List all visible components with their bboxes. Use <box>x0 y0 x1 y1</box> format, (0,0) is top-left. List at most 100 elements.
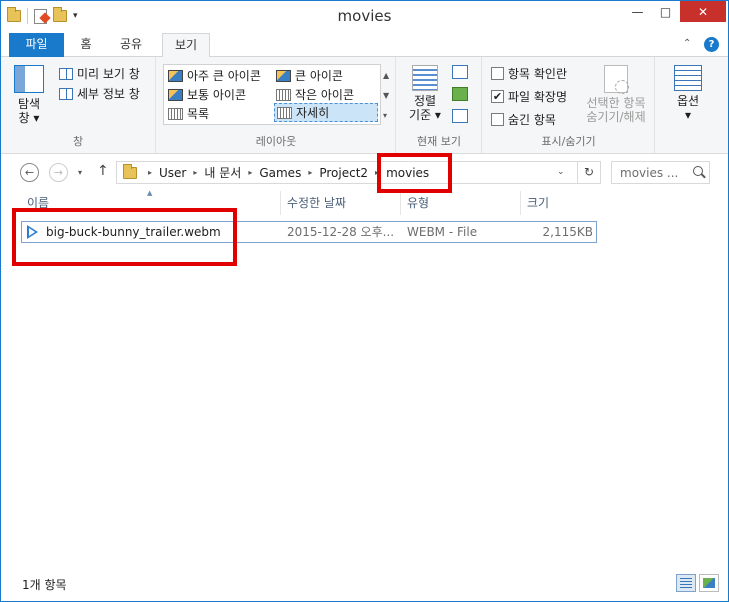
breadcrumb-documents[interactable]: 내 문서 <box>204 164 241 181</box>
sort-label-1: 정렬 <box>413 94 437 108</box>
options-icon <box>674 65 702 91</box>
address-dropdown-icon[interactable]: ⌄ <box>557 167 565 177</box>
column-header-size[interactable]: 크기 <box>521 191 596 215</box>
hidden-items-checkbox[interactable] <box>491 113 504 126</box>
recent-locations-icon[interactable]: ▾ <box>78 168 82 177</box>
breadcrumb-separator[interactable]: ▸ <box>248 168 252 177</box>
file-extensions-toggle[interactable]: ✔ 파일 확장명 <box>491 88 567 105</box>
group-layout: 아주 큰 아이콘 큰 아이콘 보통 아이콘 작은 아이콘 목록 자세히 ▲ ▼ … <box>157 57 396 153</box>
breadcrumb-separator[interactable]: ▸ <box>308 168 312 177</box>
options-label: 옵션 <box>676 94 700 108</box>
layout-medium-icons[interactable]: 보통 아이콘 <box>168 86 246 103</box>
navigation-bar: ← → ▾ ↑ ▸ User ▸ 내 문서 ▸ Games ▸ Project2… <box>1 154 728 191</box>
breadcrumb-games[interactable]: Games <box>259 166 301 180</box>
layout-scroll[interactable]: ▲ ▼ ▾ <box>383 66 389 126</box>
small-icons-icon <box>276 88 291 101</box>
minimize-button[interactable]: — <box>624 1 651 22</box>
details-view-button[interactable] <box>676 574 696 592</box>
layout-label: 목록 <box>187 107 210 121</box>
ribbon-collapse-icon[interactable]: ⌃ <box>683 38 691 49</box>
sort-label-2: 기준 ▾ <box>409 108 441 122</box>
item-checkboxes-checkbox[interactable] <box>491 67 504 80</box>
layout-label: 보통 아이콘 <box>187 88 247 102</box>
hide-selected-label-1: 선택한 항목 <box>586 96 646 110</box>
file-extensions-label: 파일 확장명 <box>508 90 568 104</box>
details-pane-label: 세부 정보 창 <box>77 87 140 101</box>
file-date: 2015-12-28 오후... <box>287 225 395 239</box>
tab-home[interactable]: 홈 <box>71 33 101 57</box>
file-extensions-checkbox[interactable]: ✔ <box>491 90 504 103</box>
breadcrumb-project2[interactable]: Project2 <box>319 166 368 180</box>
refresh-button[interactable]: ↻ <box>578 161 601 184</box>
item-checkboxes-label: 항목 확인란 <box>508 67 568 81</box>
size-columns-icon[interactable] <box>452 109 468 123</box>
group-pane: 탐색 창 ▾ 미리 보기 창 세부 정보 창 창 <box>1 57 156 153</box>
layout-gallery: 아주 큰 아이콘 큰 아이콘 보통 아이콘 작은 아이콘 목록 자세히 <box>163 64 381 125</box>
item-checkboxes-toggle[interactable]: 항목 확인란 <box>491 65 567 82</box>
list-icon <box>168 107 183 120</box>
large-icons-view-button[interactable] <box>699 574 719 592</box>
tab-view[interactable]: 보기 <box>162 33 210 58</box>
breadcrumb-separator[interactable]: ▸ <box>193 168 197 177</box>
navigation-pane-icon <box>14 65 44 93</box>
tab-share[interactable]: 공유 <box>111 33 151 57</box>
group-current-view-label: 현재 보기 <box>417 135 461 148</box>
group-pane-label: 창 <box>72 135 84 148</box>
options-button[interactable]: 옵션 ▾ <box>668 65 708 122</box>
window-title: movies <box>337 7 392 25</box>
file-size: 2,115KB <box>542 225 593 239</box>
navigation-pane-button[interactable]: 탐색 창 ▾ <box>9 65 49 125</box>
up-button[interactable]: ↑ <box>97 163 109 179</box>
address-bar[interactable]: ▸ User ▸ 내 문서 ▸ Games ▸ Project2 ▸ movie… <box>116 161 578 184</box>
ribbon-tabs: 파일 홈 공유 보기 ⌃ ? <box>1 33 728 58</box>
search-icon[interactable] <box>693 166 703 176</box>
column-header-type[interactable]: 유형 <box>401 191 521 215</box>
medium-icons-icon <box>168 88 183 101</box>
help-icon[interactable]: ? <box>704 37 719 52</box>
details-pane-button[interactable]: 세부 정보 창 <box>59 85 140 102</box>
layout-details[interactable]: 자세히 <box>274 103 378 122</box>
details-icon <box>277 106 292 119</box>
sort-by-button[interactable]: 정렬 기준 ▾ <box>405 65 445 122</box>
preview-pane-label: 미리 보기 창 <box>77 67 140 81</box>
sort-icon <box>412 65 438 91</box>
hide-selected-label-2: 숨기기/해제 <box>586 110 646 124</box>
layout-label: 작은 아이콘 <box>295 88 355 102</box>
details-pane-icon <box>59 87 73 100</box>
hide-selected-button[interactable]: 선택한 항목 숨기기/해제 <box>581 65 651 124</box>
maximize-button[interactable]: □ <box>652 1 679 22</box>
group-by-icon[interactable] <box>452 65 468 79</box>
layout-list[interactable]: 목록 <box>168 105 209 122</box>
tab-file[interactable]: 파일 <box>9 33 64 57</box>
group-show-hide: 항목 확인란 ✔ 파일 확장명 숨긴 항목 선택한 항목 숨기기/해제 표시/숨… <box>483 57 655 153</box>
forward-button[interactable]: → <box>49 163 68 182</box>
layout-small-icons[interactable]: 작은 아이콘 <box>276 86 354 103</box>
options-dropdown-icon: ▾ <box>684 108 692 122</box>
search-box[interactable]: movies ... <box>611 161 710 184</box>
highlight-box-breadcrumb <box>377 153 452 193</box>
column-header-date[interactable]: 수정한 날짜 <box>281 191 401 215</box>
item-count: 1개 항목 <box>22 578 67 592</box>
large-icons-icon <box>276 69 291 82</box>
preview-pane-button[interactable]: 미리 보기 창 <box>59 65 140 82</box>
search-input[interactable]: movies ... <box>620 166 678 180</box>
breadcrumb-user[interactable]: User <box>159 166 186 180</box>
preview-pane-icon <box>59 67 73 80</box>
hidden-items-toggle[interactable]: 숨긴 항목 <box>491 111 556 128</box>
file-type: WEBM - File <box>407 225 478 239</box>
group-options: 옵션 ▾ <box>656 57 728 153</box>
layout-label: 자세히 <box>296 106 330 120</box>
hide-selected-icon <box>604 65 629 94</box>
back-button[interactable]: ← <box>20 163 39 182</box>
close-button[interactable]: ✕ <box>680 1 726 22</box>
title-bar: ▾ movies — □ ✕ <box>1 1 728 33</box>
add-columns-icon[interactable] <box>452 87 468 101</box>
group-layout-label: 레이아웃 <box>255 135 297 148</box>
status-bar: 1개 항목 <box>1 571 728 601</box>
breadcrumb-separator[interactable]: ▸ <box>148 168 152 177</box>
layout-label: 아주 큰 아이콘 <box>187 69 261 83</box>
layout-large-icons[interactable]: 큰 아이콘 <box>276 67 343 84</box>
extra-large-icons-icon <box>168 69 183 82</box>
explorer-window: ▾ movies — □ ✕ 파일 홈 공유 보기 ⌃ ? 탐색 창 ▾ 미리 … <box>0 0 729 602</box>
layout-extra-large-icons[interactable]: 아주 큰 아이콘 <box>168 67 261 84</box>
